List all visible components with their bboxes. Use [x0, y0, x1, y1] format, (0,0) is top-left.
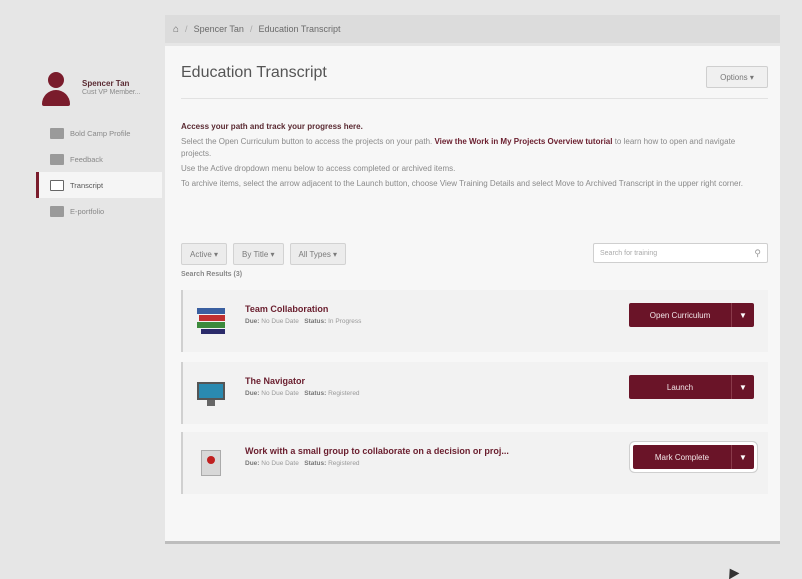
due-label: Due: [245, 390, 260, 397]
status-label: Status: [304, 318, 327, 325]
intro-paragraph: Use the Active dropdown menu below to ac… [181, 164, 456, 173]
training-title[interactable]: Work with a small group to collaborate o… [245, 446, 509, 456]
due-label: Due: [245, 460, 260, 467]
results-count: Search Results (3) [181, 271, 243, 278]
chevron-down-icon[interactable]: ▼ [732, 303, 754, 327]
sidebar-item-label: Feedback [70, 154, 103, 164]
intro-paragraph: Select the Open Curriculum button to acc… [181, 136, 766, 160]
profile-role: Cust VP Member... [82, 89, 141, 96]
search-placeholder: Search for training [600, 249, 658, 257]
tutorial-link[interactable]: View the Work in My Projects Overview tu… [434, 137, 612, 146]
monitor-icon [197, 380, 225, 406]
page-title: Education Transcript [181, 64, 327, 81]
feedback-icon [50, 153, 64, 165]
options-button[interactable]: Options ▾ [706, 66, 768, 88]
main-panel: Education Transcript Options ▾ Access yo… [165, 46, 780, 544]
status-filter-dropdown[interactable]: Active ▾ [181, 243, 228, 265]
training-card: Team Collaboration Due: No Due Date Stat… [181, 290, 768, 352]
transcript-icon [50, 179, 64, 191]
due-value: No Due Date [261, 318, 299, 325]
training-title[interactable]: The Navigator [245, 376, 305, 386]
breadcrumb-item-user[interactable]: Spencer Tan [194, 24, 244, 34]
map-pin-icon [197, 450, 225, 476]
sidebar-item-eportfolio[interactable]: E-portfolio [36, 198, 162, 224]
mark-complete-button[interactable]: Mark Complete [633, 445, 732, 469]
breadcrumb-separator: / [185, 24, 188, 34]
profile-name: Spencer Tan [82, 79, 130, 88]
chevron-down-icon[interactable]: ▼ [732, 445, 754, 469]
training-card: The Navigator Due: No Due Date Status: R… [181, 362, 768, 424]
due-label: Due: [245, 318, 260, 325]
sidebar-item-profile[interactable]: Bold Camp Profile [36, 120, 162, 146]
action-button-group: Mark Complete ▼ [633, 445, 754, 469]
search-input[interactable]: Search for training ⚲ [593, 243, 768, 263]
action-button-group: Open Curriculum ▼ [629, 303, 754, 327]
chevron-down-icon[interactable]: ▼ [732, 375, 754, 399]
status-label: Status: [304, 460, 327, 467]
sidebar: Spencer Tan Cust VP Member... Bold Camp … [36, 65, 162, 224]
sidebar-item-label: Bold Camp Profile [70, 128, 131, 138]
action-button-group: Launch ▼ [629, 375, 754, 399]
due-value: No Due Date [261, 460, 299, 467]
status-value: In Progress [328, 318, 362, 325]
intro-heading: Access your path and track your progress… [181, 122, 363, 131]
divider [181, 98, 768, 99]
breadcrumb-item-current: Education Transcript [258, 24, 341, 34]
portfolio-icon [50, 205, 64, 217]
sidebar-item-label: Transcript [70, 180, 104, 190]
profile-icon [50, 127, 64, 139]
intro-text: Access your path and track your progress… [181, 121, 766, 193]
training-meta: Due: No Due Date Status: Registered [245, 390, 360, 397]
sidebar-item-transcript[interactable]: Transcript [36, 172, 162, 198]
training-title[interactable]: Team Collaboration [245, 304, 328, 314]
due-value: No Due Date [261, 390, 299, 397]
type-filter-dropdown[interactable]: All Types ▾ [289, 243, 347, 265]
launch-button[interactable]: Launch [629, 375, 732, 399]
breadcrumb-separator: / [249, 24, 253, 34]
status-value: Registered [328, 390, 360, 397]
sort-filter-dropdown[interactable]: By Title ▾ [233, 243, 284, 265]
sidebar-item-label: E-portfolio [70, 206, 105, 216]
user-profile[interactable]: Spencer Tan Cust VP Member... [36, 65, 162, 110]
status-value: Registered [328, 460, 360, 467]
breadcrumb: ⌂ / Spencer Tan / Education Transcript [165, 15, 780, 43]
search-icon[interactable]: ⚲ [754, 248, 761, 259]
training-meta: Due: No Due Date Status: Registered [245, 460, 360, 467]
home-icon[interactable]: ⌂ [173, 24, 179, 35]
intro-paragraph: To archive items, select the arrow adjac… [181, 179, 743, 188]
sidebar-item-feedback[interactable]: Feedback [36, 146, 162, 172]
books-icon [197, 308, 225, 334]
open-curriculum-button[interactable]: Open Curriculum [629, 303, 732, 327]
status-label: Status: [304, 390, 327, 397]
training-meta: Due: No Due Date Status: In Progress [245, 318, 361, 325]
training-card: Work with a small group to collaborate o… [181, 432, 768, 494]
avatar [38, 70, 74, 106]
intro-text-part: Select the Open Curriculum button to acc… [181, 137, 433, 146]
filter-bar: Active ▾ By Title ▾ All Types ▾ [181, 243, 347, 265]
